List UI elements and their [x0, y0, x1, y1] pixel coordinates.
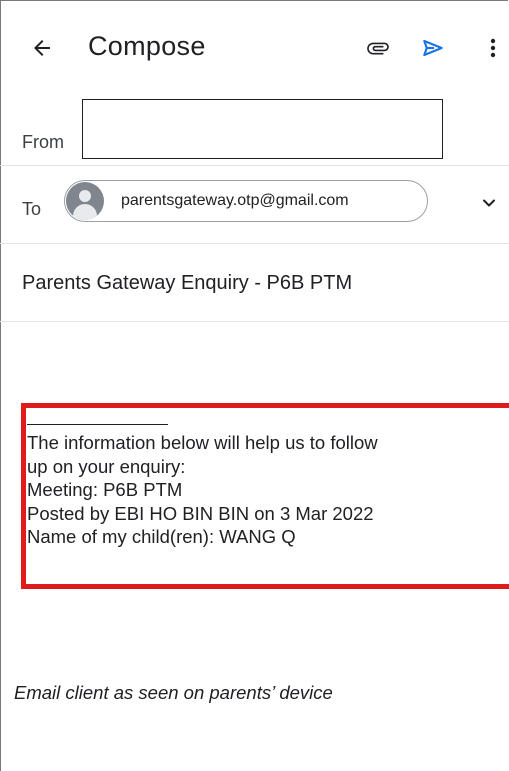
body-line: Name of my child(ren): WANG Q [27, 526, 296, 547]
back-button[interactable] [22, 28, 62, 68]
subject-row: Parents Gateway Enquiry - P6B PTM [0, 244, 509, 322]
page-title: Compose [88, 31, 206, 61]
body-line: up on your enquiry: [27, 455, 186, 477]
figure-caption: Email client as seen on parents’ device [14, 682, 333, 703]
person-avatar-icon [66, 182, 104, 220]
from-label: From [22, 132, 64, 152]
more-vertical-icon [490, 38, 496, 58]
paperclip-icon [367, 42, 389, 55]
to-label: To [22, 199, 42, 219]
body-line: The information below will help us to fo… [27, 432, 378, 453]
send-button[interactable] [413, 28, 453, 68]
arrow-left-icon [34, 40, 50, 56]
body-line: Posted by EBI HO BIN BIN on 3 Mar 2022 [27, 502, 374, 524]
message-body[interactable]: The information below will help us to fo… [27, 431, 378, 549]
expand-recipients-button[interactable] [474, 188, 504, 218]
chevron-down-icon [483, 199, 495, 207]
send-icon [423, 39, 443, 57]
subject-field[interactable]: Parents Gateway Enquiry - P6B PTM [22, 272, 492, 295]
attach-button[interactable] [358, 28, 398, 68]
top-app-bar: Compose [0, 0, 509, 94]
more-options-button[interactable] [478, 28, 508, 68]
to-row: To parentsgateway.otp@gmail.com [0, 166, 509, 244]
from-field[interactable] [82, 99, 443, 159]
recipient-chip[interactable]: parentsgateway.otp@gmail.com [64, 180, 428, 222]
from-row: From [0, 94, 509, 166]
body-line: Meeting: P6B PTM [27, 479, 183, 500]
recipient-email: parentsgateway.otp@gmail.com [121, 192, 349, 209]
